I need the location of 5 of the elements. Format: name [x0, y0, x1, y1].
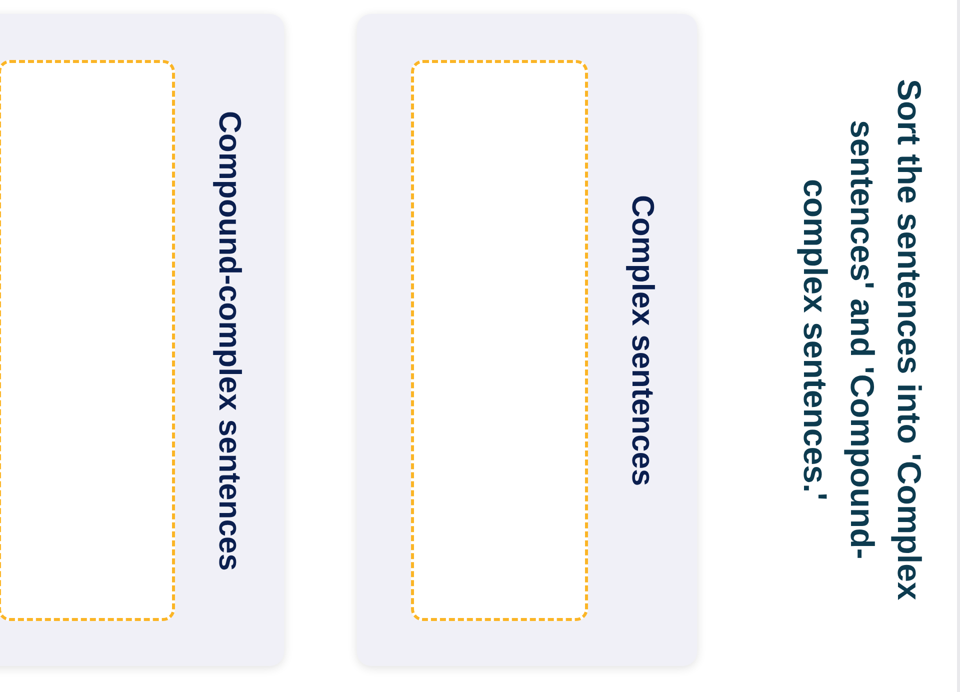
category-label: Complex sentences: [624, 194, 660, 486]
instruction-heading: Sort the sentences into 'Complex sentences' and 'Compound-complex sentences.': [796, 78, 929, 603]
category-label: Compound-complex sentences: [212, 110, 248, 570]
drop-zone[interactable]: [411, 60, 588, 621]
drop-zone[interactable]: [0, 60, 175, 621]
